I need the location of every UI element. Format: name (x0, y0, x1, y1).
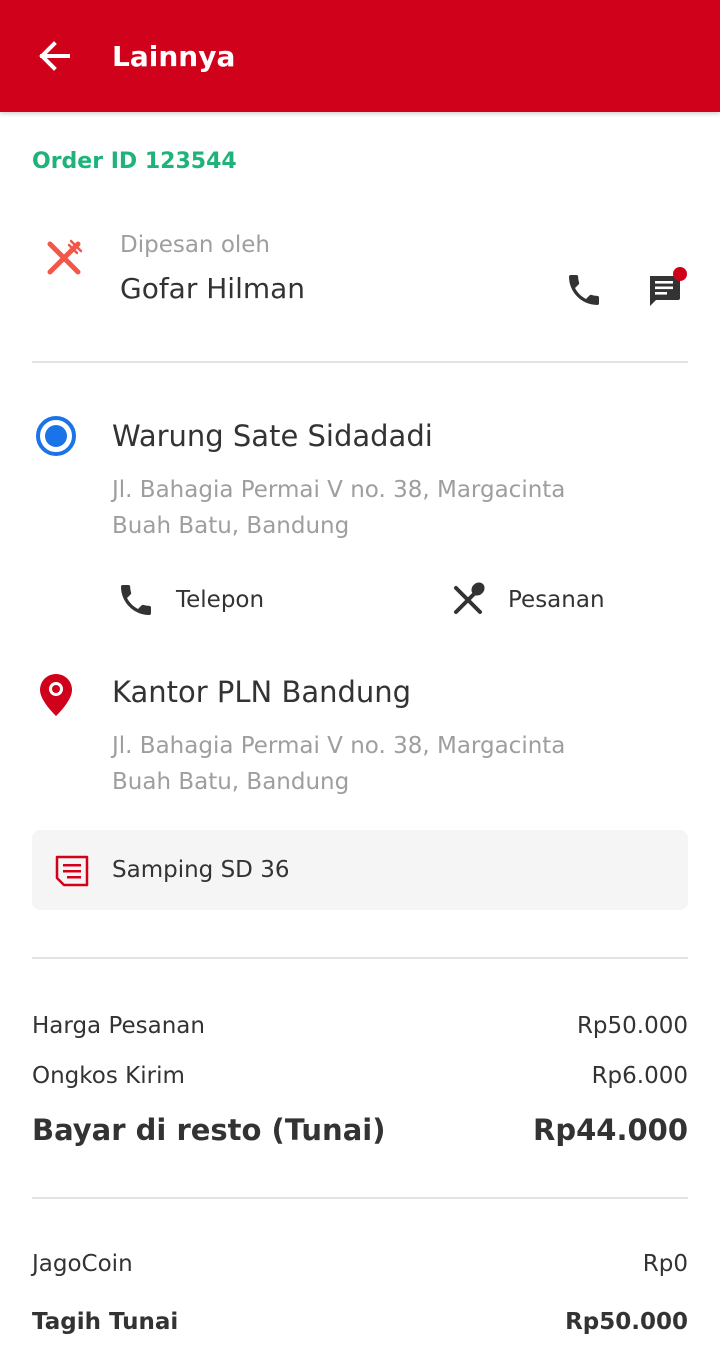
cash-bill-label: Tagih Tunai (32, 1309, 179, 1335)
order-id: Order ID 123544 (32, 149, 237, 174)
order-price-label: Harga Pesanan (32, 1013, 205, 1039)
destination-address-line1: Jl. Bahagia Permai V no. 38, Margacinta (112, 733, 566, 759)
pay-value: Rp44.000 (533, 1113, 688, 1147)
page-title: Lainnya (112, 40, 236, 73)
orderer-label: Dipesan oleh (120, 232, 271, 258)
view-order-button[interactable]: Pesanan (444, 576, 664, 624)
cash-bill-value: Rp50.000 (565, 1309, 688, 1335)
order-price-value: Rp50.000 (576, 1013, 688, 1039)
delivery-fee-value: Rp6.000 (591, 1063, 688, 1089)
jagocoin-label: JagoCoin (32, 1251, 133, 1277)
location-pin-icon (38, 672, 74, 718)
pickup-address-line1: Jl. Bahagia Permai V no. 38, Margacinta (112, 477, 566, 503)
phone-icon[interactable] (564, 270, 604, 310)
call-restaurant-button[interactable]: Telepon (112, 576, 332, 624)
divider (32, 1197, 688, 1199)
pickup-address-line2: Buah Batu, Bandung (112, 513, 350, 539)
back-arrow-icon[interactable] (32, 36, 80, 76)
destination-name: Kantor PLN Bandung (112, 675, 412, 709)
destination-address-line2: Buah Batu, Bandung (112, 769, 350, 795)
call-label: Telepon (176, 587, 265, 613)
jagocoin-value: Rp0 (642, 1251, 688, 1277)
pay-label: Bayar di resto (Tunai) (32, 1113, 386, 1147)
note-text: Samping SD 36 (112, 857, 290, 883)
order-label: Pesanan (508, 587, 605, 613)
utensils-icon (448, 580, 488, 620)
note-icon (54, 854, 90, 888)
delivery-fee-label: Ongkos Kirim (32, 1063, 185, 1089)
fork-knife-icon (44, 238, 84, 278)
divider (32, 957, 688, 959)
pickup-radio-icon (35, 415, 77, 457)
orderer-name: Gofar Hilman (120, 272, 306, 305)
phone-icon (116, 580, 156, 620)
chat-icon[interactable] (644, 266, 688, 310)
pickup-name: Warung Sate Sidadadi (112, 419, 433, 453)
app-bar: Lainnya (0, 0, 720, 112)
divider (32, 361, 688, 363)
delivery-note: Samping SD 36 (32, 830, 688, 910)
